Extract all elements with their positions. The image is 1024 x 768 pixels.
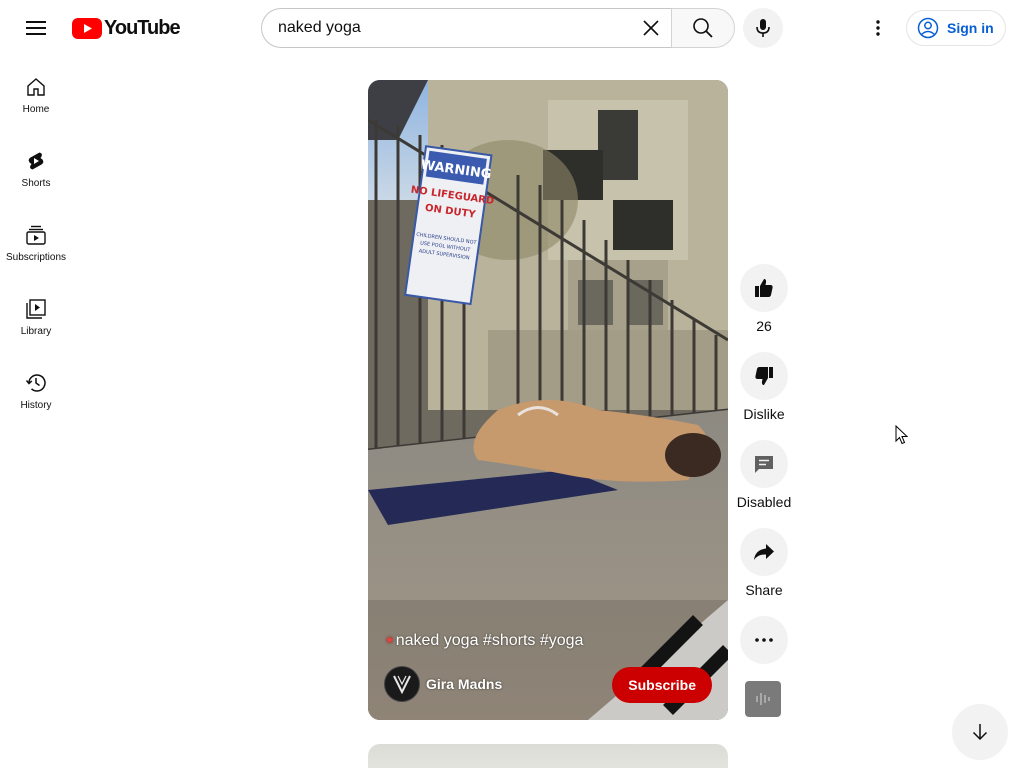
mini-guide-sidebar: Home Shorts Subscriptions Library Histor…: [0, 56, 72, 426]
thumbs-down-icon: [755, 367, 773, 385]
subscriptions-icon: [26, 225, 46, 245]
arrow-down-icon: [972, 724, 988, 741]
search-icon: [693, 18, 713, 38]
subscribe-button[interactable]: Subscribe: [612, 667, 712, 703]
more-vertical-icon: [876, 20, 880, 36]
channel-name-link[interactable]: Gira Madns: [426, 676, 502, 692]
library-icon: [26, 299, 46, 319]
like-button[interactable]: [740, 264, 788, 312]
next-short-preview[interactable]: [368, 744, 728, 768]
thumbs-up-icon: [755, 279, 773, 297]
clear-search-button[interactable]: [631, 8, 671, 48]
sidebar-item-history[interactable]: History: [0, 352, 72, 426]
dislike-label: Dislike: [743, 406, 785, 422]
comments-button[interactable]: [740, 440, 788, 488]
sidebar-item-label: Library: [20, 326, 52, 337]
sidebar-item-label: Home: [22, 104, 50, 115]
dislike-button[interactable]: [740, 352, 788, 400]
hamburger-icon: [26, 21, 46, 35]
more-horizontal-icon: [755, 638, 773, 642]
dislike-action: Dislike: [736, 352, 792, 440]
logo-wordmark: YouTube: [104, 17, 181, 39]
voice-search-button[interactable]: [743, 8, 783, 48]
history-icon: [25, 374, 46, 392]
channel-logo-v-icon: [393, 675, 411, 695]
search-box: [261, 8, 671, 48]
youtube-logo[interactable]: YouTube: [72, 17, 181, 40]
sparkle-emoji-icon: ✴: [384, 632, 396, 648]
shorts-action-bar: 26 Dislike Disabled Share: [736, 264, 792, 704]
more-actions-button[interactable]: [740, 616, 788, 664]
sidebar-item-library[interactable]: Library: [0, 278, 72, 352]
settings-more-button[interactable]: [858, 8, 898, 48]
microphone-icon: [756, 19, 770, 37]
comment-icon: [755, 456, 773, 473]
share-action: Share: [736, 528, 792, 616]
share-arrow-icon: [754, 544, 774, 560]
sidebar-item-shorts[interactable]: Shorts: [0, 130, 72, 204]
shorts-icon: [28, 152, 44, 170]
sidebar-item-label: Subscriptions: [5, 252, 67, 263]
shorts-player[interactable]: WARNING NO LIFEGUARD ON DUTY CHILDREN SH…: [368, 80, 728, 720]
close-icon: [643, 20, 659, 36]
search-button[interactable]: [671, 8, 735, 48]
sound-waveform-icon: [756, 693, 770, 705]
share-button[interactable]: [740, 528, 788, 576]
home-icon: [27, 78, 45, 96]
sign-in-label: Sign in: [947, 20, 994, 36]
masthead: YouTube naked yoga Sign in: [0, 0, 1024, 56]
search-input[interactable]: [278, 19, 631, 37]
guide-menu-button[interactable]: [16, 8, 56, 48]
youtube-play-logo-icon: [72, 18, 102, 39]
like-action: 26: [736, 264, 792, 352]
sidebar-item-label: History: [20, 400, 52, 411]
like-count: 26: [756, 318, 772, 334]
comments-disabled-label: Disabled: [736, 494, 792, 510]
channel-avatar[interactable]: [384, 666, 420, 702]
sign-in-button[interactable]: Sign in: [906, 10, 1006, 46]
account-circle-icon: [917, 17, 939, 39]
video-frame: WARNING NO LIFEGUARD ON DUTY CHILDREN SH…: [368, 80, 728, 720]
next-short-button[interactable]: [952, 704, 1008, 760]
sidebar-item-label: Shorts: [21, 178, 51, 189]
short-title-text: naked yoga #shorts #yoga: [395, 632, 584, 649]
sidebar-item-subscriptions[interactable]: Subscriptions: [0, 204, 72, 278]
comments-action: Disabled: [736, 440, 792, 528]
channel-row: Gira Madns Subscribe: [384, 664, 712, 704]
sidebar-item-home[interactable]: Home: [0, 56, 72, 130]
short-title: ✴naked yoga #shorts #yoga: [384, 632, 583, 650]
original-sound-button[interactable]: [745, 681, 781, 717]
share-label: Share: [745, 582, 783, 598]
mouse-cursor-icon: [895, 425, 909, 445]
